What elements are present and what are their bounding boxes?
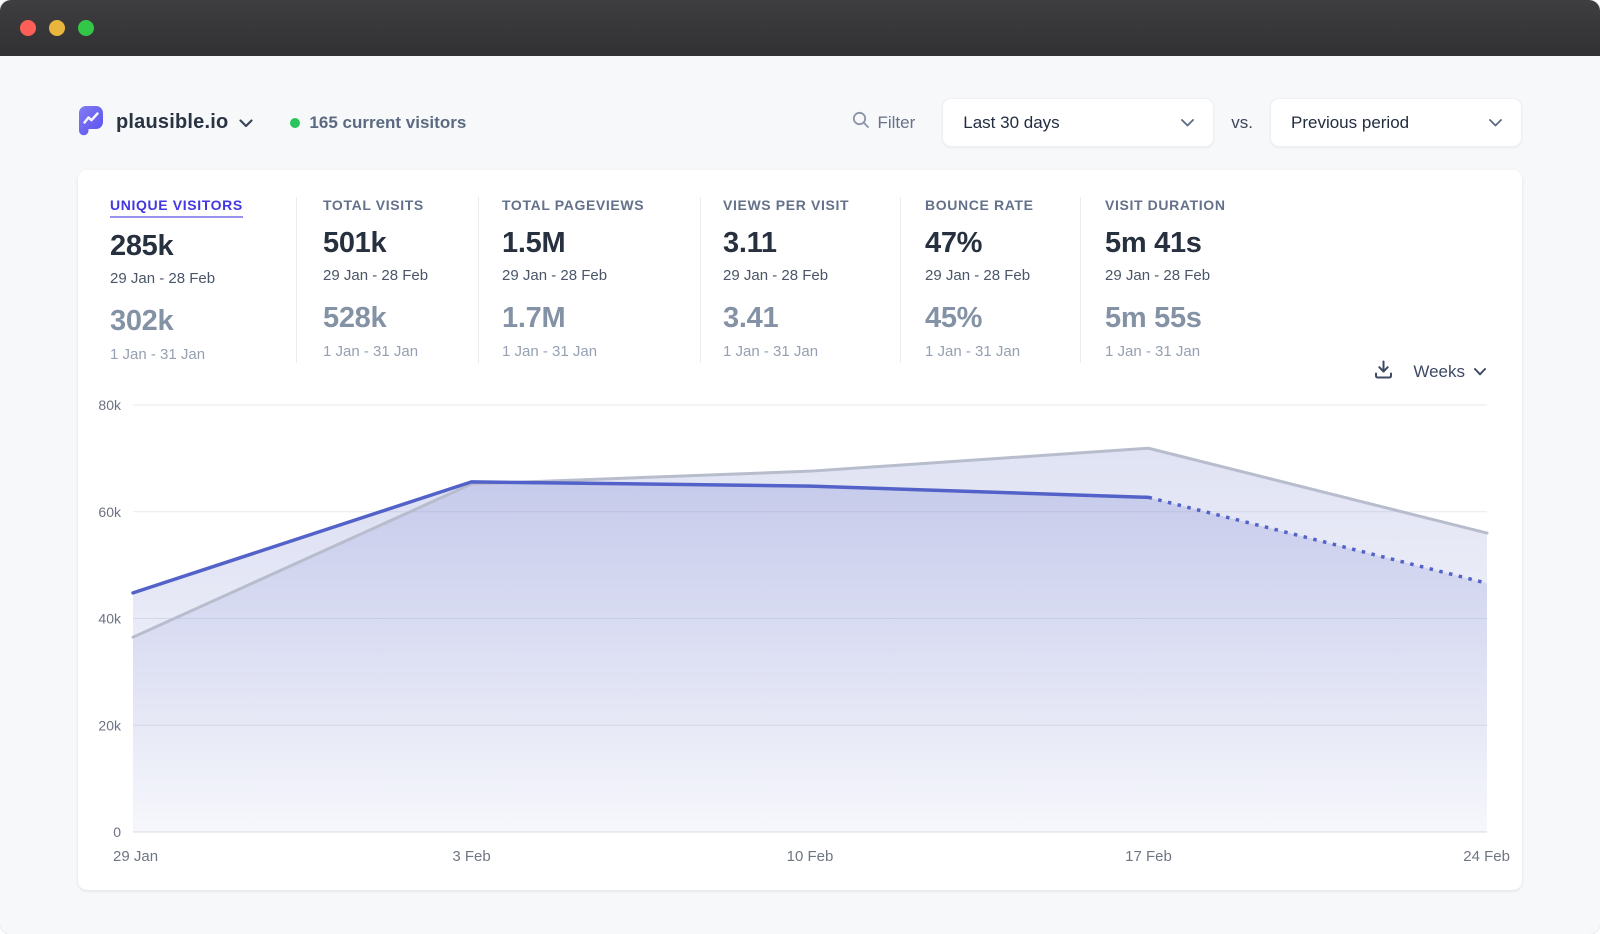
metric-total-visits: TOTAL VISITS 501k 29 Jan - 28 Feb 528k 1… xyxy=(296,197,478,363)
metric-total-pageviews: TOTAL PAGEVIEWS 1.5M 29 Jan - 28 Feb 1.7… xyxy=(478,197,700,363)
x-axis-tick-label: 3 Feb xyxy=(452,848,490,865)
metric-value: 285k xyxy=(110,230,286,263)
metric-tab-bounce-rate[interactable]: BOUNCE RATE xyxy=(925,197,1034,213)
filter-button[interactable]: Filter xyxy=(852,111,915,134)
app-window: plausible.io 165 current visitors Filter… xyxy=(0,0,1600,934)
chevron-down-icon xyxy=(1474,363,1486,381)
metric-period: 29 Jan - 28 Feb xyxy=(723,267,890,284)
chart-controls: Weeks xyxy=(1373,358,1486,386)
metric-prev-value: 3.41 xyxy=(723,302,890,335)
x-axis-tick-label: 29 Jan xyxy=(113,848,158,865)
vs-label: vs. xyxy=(1231,113,1253,133)
metric-prev-period: 1 Jan - 31 Jan xyxy=(502,343,690,360)
metric-tab-total-visits[interactable]: TOTAL VISITS xyxy=(323,197,424,213)
y-axis-tick-label: 80k xyxy=(98,397,122,413)
metric-prev-value: 528k xyxy=(323,302,468,335)
metrics-row: UNIQUE VISITORS 285k 29 Jan - 28 Feb 302… xyxy=(78,170,1522,363)
comparison-select[interactable]: Previous period xyxy=(1270,98,1522,147)
close-window-button[interactable] xyxy=(20,20,36,36)
metric-prev-value: 45% xyxy=(925,302,1070,335)
interval-picker[interactable]: Weeks xyxy=(1413,362,1486,382)
metric-prev-value: 1.7M xyxy=(502,302,690,335)
metric-prev-value: 5m 55s xyxy=(1105,302,1512,335)
area-fill xyxy=(133,482,1487,832)
date-range-value: Last 30 days xyxy=(963,113,1059,133)
metric-period: 29 Jan - 28 Feb xyxy=(1105,267,1512,284)
chevron-down-icon xyxy=(239,115,253,133)
chevron-down-icon xyxy=(1489,114,1502,132)
plausible-logo xyxy=(78,105,104,141)
site-switcher[interactable]: plausible.io xyxy=(78,105,253,141)
dashboard-header: plausible.io 165 current visitors Filter… xyxy=(78,98,1522,147)
minimize-window-button[interactable] xyxy=(49,20,65,36)
chevron-down-icon xyxy=(1181,114,1194,132)
metric-value: 1.5M xyxy=(502,227,690,260)
metric-prev-period: 1 Jan - 31 Jan xyxy=(110,346,286,363)
zoom-window-button[interactable] xyxy=(78,20,94,36)
metric-prev-period: 1 Jan - 31 Jan xyxy=(323,343,468,360)
date-range-select[interactable]: Last 30 days xyxy=(942,98,1214,147)
x-axis-tick-label: 24 Feb xyxy=(1463,848,1510,865)
search-icon xyxy=(852,111,870,134)
metric-value: 47% xyxy=(925,227,1070,260)
metric-period: 29 Jan - 28 Feb xyxy=(323,267,468,284)
window-controls xyxy=(20,20,94,36)
metric-tab-unique-visitors[interactable]: UNIQUE VISITORS xyxy=(110,197,243,218)
metric-prev-value: 302k xyxy=(110,305,286,338)
y-axis-tick-label: 60k xyxy=(98,504,122,520)
site-name: plausible.io xyxy=(116,111,228,134)
metric-tab-total-pageviews[interactable]: TOTAL PAGEVIEWS xyxy=(502,197,644,213)
analytics-card: UNIQUE VISITORS 285k 29 Jan - 28 Feb 302… xyxy=(78,170,1522,890)
y-axis-tick-label: 20k xyxy=(98,717,122,733)
metric-unique-visitors: UNIQUE VISITORS 285k 29 Jan - 28 Feb 302… xyxy=(78,197,296,363)
metric-visit-duration: VISIT DURATION 5m 41s 29 Jan - 28 Feb 5m… xyxy=(1080,197,1522,363)
metric-period: 29 Jan - 28 Feb xyxy=(110,270,286,287)
visitors-chart: 0 20k 40k 60k 80k 29 Jan 3 Feb 10 Feb 17 Feb 24 F… xyxy=(78,395,1522,887)
comparison-value: Previous period xyxy=(1291,113,1409,133)
dashboard-page: plausible.io 165 current visitors Filter… xyxy=(0,56,1600,934)
current-visitors-label: 165 current visitors xyxy=(309,113,466,133)
filter-label: Filter xyxy=(877,113,915,133)
window-titlebar xyxy=(0,0,1600,56)
metric-value: 501k xyxy=(323,227,468,260)
x-axis-tick-label: 17 Feb xyxy=(1125,848,1172,865)
y-axis-tick-label: 40k xyxy=(98,611,122,627)
metric-period: 29 Jan - 28 Feb xyxy=(502,267,690,284)
metric-value: 5m 41s xyxy=(1105,227,1512,260)
interval-label: Weeks xyxy=(1413,362,1465,382)
metric-tab-visit-duration[interactable]: VISIT DURATION xyxy=(1105,197,1226,213)
metric-tab-views-per-visit[interactable]: VIEWS PER VISIT xyxy=(723,197,849,213)
y-axis-tick-label: 0 xyxy=(113,824,121,840)
metric-period: 29 Jan - 28 Feb xyxy=(925,267,1070,284)
x-axis-tick-label: 10 Feb xyxy=(787,848,834,865)
download-icon xyxy=(1373,359,1394,385)
chart-canvas: 0 20k 40k 60k 80k 29 Jan 3 Feb 10 Feb 17 Feb 24 F… xyxy=(78,395,1522,887)
metric-prev-period: 1 Jan - 31 Jan xyxy=(723,343,890,360)
current-visitors[interactable]: 165 current visitors xyxy=(290,113,466,133)
export-button[interactable] xyxy=(1373,359,1394,385)
metric-prev-period: 1 Jan - 31 Jan xyxy=(925,343,1070,360)
live-indicator-dot xyxy=(290,118,300,128)
metric-views-per-visit: VIEWS PER VISIT 3.11 29 Jan - 28 Feb 3.4… xyxy=(700,197,900,363)
metric-value: 3.11 xyxy=(723,227,890,260)
metric-bounce-rate: BOUNCE RATE 47% 29 Jan - 28 Feb 45% 1 Ja… xyxy=(900,197,1080,363)
